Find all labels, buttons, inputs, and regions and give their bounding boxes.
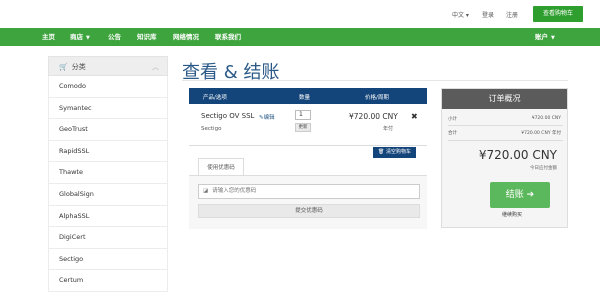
nav-contact[interactable]: 联系我们 (215, 28, 241, 46)
ticket-icon: ◪ (203, 188, 209, 194)
sidebar-item-thawte[interactable]: Thawte (48, 162, 168, 184)
top-bar: 中文 ▾ 登录 注册 查看购物车 (0, 0, 600, 28)
nav-account[interactable]: 账户 ▼ (535, 28, 555, 46)
nav-store[interactable]: 商店 ▼ (70, 28, 90, 46)
nav-announcements[interactable]: 公告 (108, 28, 121, 46)
subtotal-label: 小计 (448, 117, 457, 122)
update-button[interactable]: 更新 (295, 123, 311, 132)
subtotal-value: ¥720.00 CNY (531, 116, 561, 121)
chevron-up-icon[interactable]: ︿ (152, 57, 159, 77)
sidebar-item-rapidssl[interactable]: RapidSSL (48, 140, 168, 163)
title-divider (182, 80, 568, 81)
sidebar-item-globalsign[interactable]: GlobalSign (48, 183, 168, 206)
login-link[interactable]: 登录 (482, 10, 494, 19)
submit-promo-button[interactable]: 提交优惠码 (198, 204, 420, 218)
edit-link[interactable]: ✎编辑 (259, 113, 275, 121)
categories-header[interactable]: 🛒 分类 ︿ (48, 56, 168, 76)
cart-table: 产品/选项 数量 价格/周期 Sectigo OV SSL ✎编辑 Sectig… (189, 88, 427, 158)
header-product: 产品/选项 (203, 95, 227, 101)
totals-label: 合计 (448, 131, 457, 136)
sidebar-item-geotrust[interactable]: GeoTrust (48, 119, 168, 141)
register-link[interactable]: 注册 (506, 10, 518, 19)
product-name: Sectigo OV SSL (201, 112, 255, 120)
billing-cycle: 年付 (383, 126, 394, 132)
trash-icon: 🗑 (378, 149, 385, 155)
categories-sidebar: 🛒 分类 ︿ Comodo Symantec GeoTrust RapidSSL … (48, 56, 168, 292)
nav-knowledgebase[interactable]: 知识库 (137, 28, 157, 46)
tab-promo-code[interactable]: 使用优惠码 (198, 158, 244, 176)
summary-divider (448, 140, 563, 141)
sidebar-item-digicert[interactable]: DigiCert (48, 227, 168, 249)
empty-cart-label: 清空购物车 (385, 149, 411, 155)
view-cart-button[interactable]: 查看购物车 (533, 6, 583, 22)
checkout-label: 结账 (505, 190, 524, 200)
cart-item-row: Sectigo OV SSL ✎编辑 Sectigo 1 更新 ¥720.00 … (189, 104, 427, 146)
total-due: ¥720.00 CNY (478, 148, 557, 162)
sidebar-item-symantec[interactable]: Symantec (48, 97, 168, 120)
total-due-note: 今日应付金额 (530, 166, 557, 171)
nav-network-status[interactable]: 网络情况 (173, 28, 199, 46)
sidebar-item-comodo[interactable]: Comodo (48, 76, 168, 98)
product-group: Sectigo (201, 126, 222, 132)
cart-icon: 🛒 (59, 63, 68, 71)
sidebar-item-alphassl[interactable]: AlphaSSL (48, 205, 168, 228)
nav-home[interactable]: 主页 (42, 28, 55, 46)
nav-account-label: 账户 (535, 33, 548, 41)
chevron-down-icon: ▼ (86, 35, 90, 41)
language-selector[interactable]: 中文 ▾ (452, 10, 469, 19)
promo-placeholder: 请输入您的优惠码 (212, 188, 257, 194)
item-price: ¥720.00 CNY (349, 112, 398, 121)
header-qty: 数量 (299, 95, 311, 101)
summary-title: 订单概况 (442, 89, 567, 109)
categories-title: 分类 (71, 63, 86, 71)
quantity-input[interactable]: 1 (295, 110, 311, 120)
arrow-right-icon: ➔ (526, 190, 535, 200)
promo-panel: ◪ 请输入您的优惠码 提交优惠码 (189, 175, 427, 229)
cart-table-header: 产品/选项 数量 价格/周期 (189, 88, 427, 104)
sidebar-item-certum[interactable]: Certum (48, 270, 168, 292)
nav-store-label: 商店 (70, 33, 83, 41)
checkout-button[interactable]: 结账 ➔ (490, 182, 550, 208)
totals-value: ¥720.00 CNY 年付 (521, 131, 561, 136)
summary-divider (448, 125, 563, 126)
main-nav: 主页 商店 ▼ 公告 知识库 网络情况 联系我们 账户 ▼ (0, 28, 600, 46)
empty-cart-button[interactable]: 🗑 清空购物车 (373, 147, 416, 158)
order-summary: 订单概况 小计 ¥720.00 CNY 合计 ¥720.00 CNY 年付 ¥7… (441, 88, 568, 228)
remove-item-icon[interactable]: ✖ (411, 112, 418, 121)
sidebar-item-sectigo[interactable]: Sectigo (48, 248, 168, 271)
header-price: 价格/周期 (365, 95, 389, 101)
continue-shopping-link[interactable]: 继续购买 (502, 211, 522, 218)
edit-label: 编辑 (263, 115, 275, 121)
promo-code-input[interactable]: ◪ 请输入您的优惠码 (198, 184, 420, 199)
chevron-down-icon: ▼ (551, 35, 555, 41)
